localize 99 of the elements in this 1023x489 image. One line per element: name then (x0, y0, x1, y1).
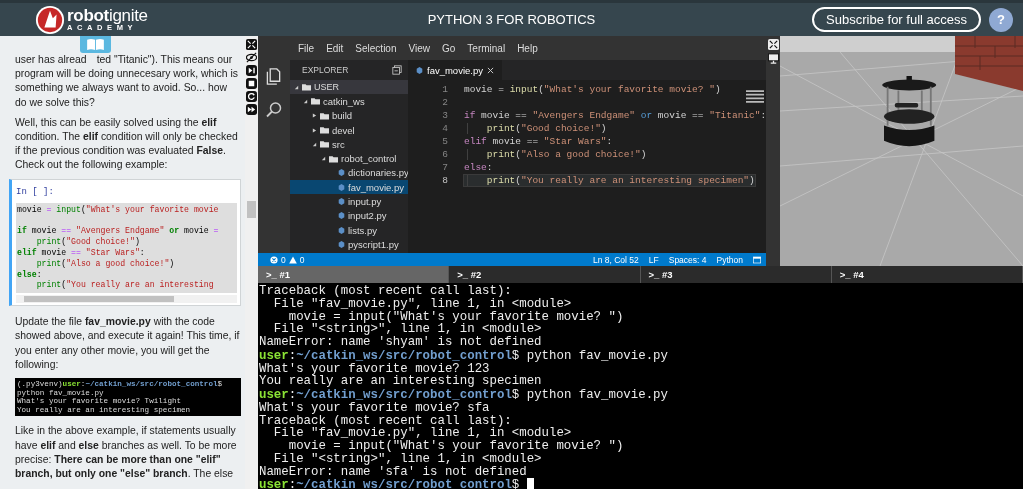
terminal-line: Traceback (most recent call last): (259, 414, 512, 428)
explorer-item[interactable]: build (290, 108, 408, 123)
feedback-icon[interactable] (753, 255, 761, 264)
explorer-item[interactable]: pyscript1.py (290, 237, 408, 252)
fullscreen-icon[interactable] (767, 39, 779, 50)
editor-tab[interactable]: fav_movie.py (408, 60, 502, 80)
terminal-line: NameError: name 'shyam' is not defined (259, 336, 543, 349)
error-count: 0 (281, 254, 286, 265)
step-icon[interactable] (246, 65, 257, 76)
code-line: movie = input("What's your favorite movie? ") (464, 84, 721, 95)
explorer-item[interactable]: dictionaries.py (290, 165, 408, 181)
caret-icon (294, 84, 299, 90)
fast-forward-icon[interactable] (246, 104, 257, 115)
code-line: movie = input("What's your favorite movie (17, 204, 220, 216)
explorer-title: EXPLORER (302, 65, 349, 75)
menu-item[interactable]: Edit (326, 42, 344, 54)
menu-item[interactable]: File (298, 42, 315, 54)
caret-icon (321, 156, 326, 162)
subscribe-button[interactable]: Subscribe for full access (812, 7, 981, 32)
terminal-line: movie = input("What's your favorite movie? ") (288, 310, 625, 324)
explorer-item[interactable]: input2.py (290, 208, 408, 223)
line-number: 1 (441, 84, 449, 95)
explorer-item[interactable]: input.py (290, 194, 408, 209)
code-line: else: (464, 162, 493, 173)
caret-icon (312, 113, 317, 119)
terminal-tab[interactable]: >_ #2 (449, 266, 641, 283)
line-number: 7 (441, 162, 449, 173)
stop-icon[interactable] (246, 78, 257, 89)
terminal-line: movie = input("What's your favorite movie? ") (287, 440, 625, 453)
restart-icon[interactable] (246, 91, 257, 102)
terminal-line: File "<string>", line 1, in <module> (272, 452, 543, 466)
code-line: else: (17, 269, 43, 280)
code-line: print("Good choice!") (35, 237, 141, 248)
files-icon[interactable] (266, 68, 282, 85)
book-icon (86, 38, 105, 51)
explorer-item[interactable]: lists.py (290, 222, 408, 238)
menu-item[interactable]: Help (517, 42, 538, 54)
code-line: elif movie == "Star Wars": (464, 136, 613, 147)
menu-item[interactable]: Go (442, 42, 456, 54)
code-line: elif movie == "Star Wars": (17, 248, 146, 259)
paragraph: user has alread ted "Titanic"). This means our program will be doing unnecesary work, which is something we always want to avoid. So... how do we solve this? (15, 53, 239, 110)
line-number: 6 (441, 149, 449, 160)
eye-slash-icon[interactable] (246, 52, 257, 63)
terminal-prompt-line: user:~/catkin_ws/src/robot_control$ python fav_movie.py (259, 388, 669, 402)
status-item[interactable]: Python (716, 254, 743, 265)
paragraph: Update the file fav_movie.py with the code showed above, and execute it again! This time, if you enter any other movie, you will get the following: (15, 315, 241, 372)
terminal-line: What's your favorite movie? sfa (259, 401, 491, 415)
terminal-line: File "fav_movie.py", line 1, in <module> (272, 297, 573, 311)
warning-icon (288, 255, 297, 264)
explorer-item[interactable]: robot_control (290, 151, 408, 166)
caret-icon (312, 141, 317, 147)
line-number: 4 (441, 123, 449, 134)
line-number: 2 (441, 97, 449, 108)
collapse-all-icon[interactable] (392, 65, 402, 75)
vertical-scrollbar[interactable] (247, 201, 256, 218)
list-icon[interactable] (746, 90, 764, 103)
paragraph: Well, this can be easily solved using the elif condition. The elif condition will only be checked if the previous condition was evaluated False. Check out the following example: (15, 115, 239, 173)
code-line: print("You really are an interesting (35, 280, 215, 292)
course-title: PYTHON 3 FOR ROBOTICS (427, 12, 596, 27)
explorer-item[interactable]: fav_movie.py (290, 180, 408, 195)
line-number: 5 (441, 136, 449, 147)
logo-wordmark: robotignite (67, 7, 148, 25)
terminal-tab[interactable]: >_ #1 (258, 266, 450, 283)
status-item[interactable]: Spaces: 4 (668, 254, 707, 265)
terminal-line: File "<string>", line 1, in <module> (273, 323, 543, 336)
explorer-item[interactable]: src (290, 137, 408, 152)
terminal-line: File "fav_movie.py", line 1, in <module> (272, 427, 572, 440)
line-number: 8 (441, 175, 449, 186)
python-file-icon (416, 66, 423, 74)
code-line: print("Also a good choice!") (35, 258, 176, 270)
caret-icon (303, 98, 308, 104)
menu-item[interactable]: View (408, 42, 430, 54)
terminal-line: Traceback (most recent call last): (259, 285, 513, 298)
terminal-tab[interactable]: >_ #3 (640, 266, 832, 283)
menu-item[interactable]: Selection (355, 42, 397, 54)
terminal-line: You really are an interesting specimen (259, 375, 543, 388)
monitor-icon[interactable] (767, 53, 779, 64)
code-line: if movie == "Avengers Endgame" or movie = (17, 226, 220, 237)
search-icon[interactable] (266, 101, 282, 118)
close-icon[interactable] (487, 66, 494, 74)
logo-icon (35, 4, 65, 35)
terminal-line: What's your favorite movie? 123 (259, 362, 490, 376)
terminal-line: NameError: name 'sfa' is not defined (259, 465, 528, 479)
code-line: if movie == "Avengers Endgame" or movie == "Titanic": (464, 110, 767, 121)
explorer-item[interactable]: catkin_ws (290, 94, 408, 109)
explorer-item[interactable]: devel (290, 122, 408, 138)
line-number: 3 (441, 110, 449, 121)
paragraph: Like in the above example, if statements usually have elif and else branches as well. To be more precise: There can be more than one "elif" branch, but only one "else" branch. The else (15, 424, 238, 481)
explorer-item[interactable]: USER (290, 80, 408, 95)
caret-icon (312, 127, 317, 133)
menu-item[interactable]: Terminal (467, 42, 506, 54)
warning-count: 0 (299, 254, 305, 265)
terminal-prompt-line: user:~/catkin_ws/src/robot_control$ (259, 478, 1023, 489)
terminal-prompt-line: user:~/catkin_ws/src/robot_control$ python fav_movie.py (259, 348, 669, 363)
status-item[interactable]: Ln 8, Col 52 (592, 254, 639, 265)
terminal-tab[interactable]: >_ #4 (831, 266, 1023, 283)
horizontal-scrollbar[interactable] (16, 295, 237, 304)
status-item[interactable]: LF (648, 254, 659, 265)
cell-prompt: In [ ]: (16, 185, 55, 199)
